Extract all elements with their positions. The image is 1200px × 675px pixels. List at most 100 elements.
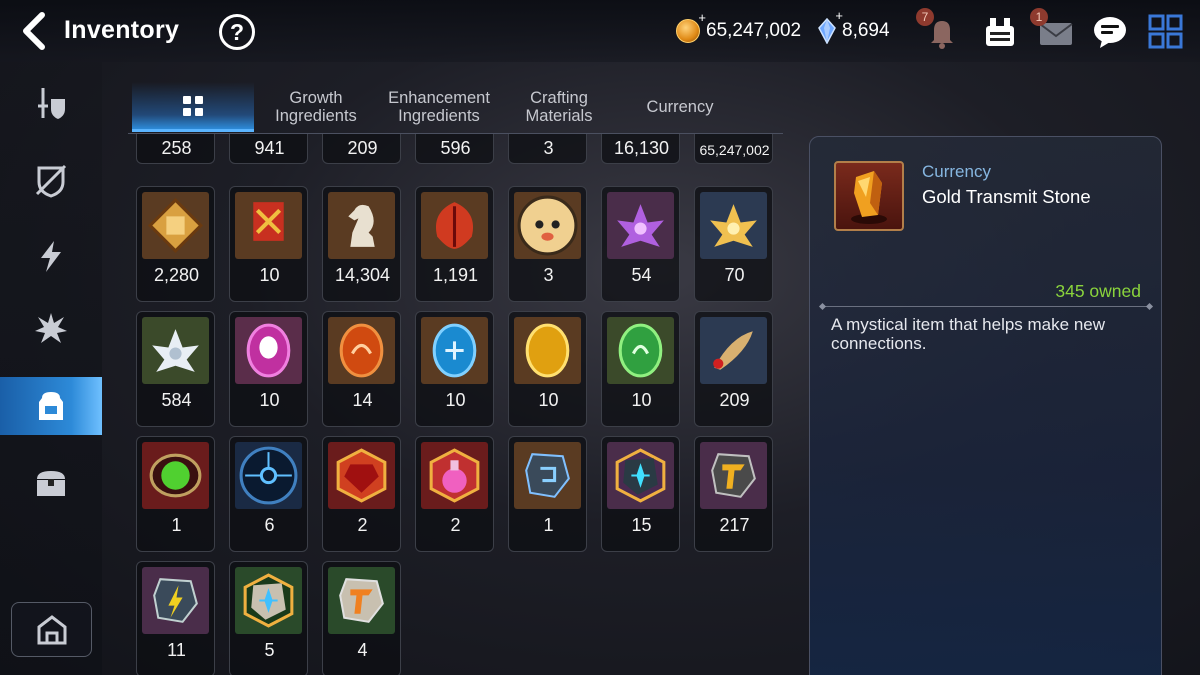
blue-stone-icon: [514, 442, 581, 509]
help-icon[interactable]: ?: [219, 14, 255, 50]
item-quantity: 14: [352, 390, 373, 410]
item-slot[interactable]: 5: [229, 561, 308, 675]
item-slot[interactable]: 1,191: [415, 186, 494, 302]
sidebar-item-catalysts[interactable]: [0, 227, 102, 285]
item-quantity: 584: [161, 390, 192, 410]
tab-currency[interactable]: Currency: [618, 82, 742, 132]
item-quantity: 3: [543, 138, 554, 158]
item-quantity: 5: [264, 640, 275, 660]
item-slot[interactable]: 217: [694, 436, 773, 552]
item-quantity: 258: [161, 138, 192, 158]
sidebar-item-skills[interactable]: [0, 300, 102, 358]
tab-crafting-materials[interactable]: Crafting Materials: [504, 82, 614, 132]
lightning-icon: [41, 241, 61, 272]
camp-button[interactable]: [11, 602, 92, 657]
crystal-amount: 8,694: [842, 20, 890, 41]
shield-crossed-icon: [35, 164, 67, 198]
notification-badge: 7: [916, 8, 934, 26]
green-orb-icon: [142, 442, 209, 509]
item-quantity: 596: [440, 138, 471, 158]
red-gem-icon: [328, 442, 395, 509]
item-owned-count: 345 owned: [1055, 281, 1141, 301]
gold-amount: 65,247,002: [706, 20, 802, 41]
item-name: Gold Transmit Stone: [922, 186, 1091, 207]
yellow-transmit-stone-icon: [142, 567, 209, 634]
green-rune-icon: [607, 317, 674, 384]
item-slot[interactable]: 70: [694, 186, 773, 302]
bell-icon[interactable]: 7: [916, 8, 962, 52]
gold-transmit-stone-icon: [834, 161, 904, 231]
crystal-counter[interactable]: 8,694: [818, 8, 890, 46]
item-slot[interactable]: 209: [322, 134, 401, 164]
item-slot[interactable]: 209: [694, 311, 773, 427]
sidebar-item-chest[interactable]: [0, 454, 102, 512]
item-slot[interactable]: 584: [136, 311, 215, 427]
item-slot[interactable]: 3: [508, 186, 587, 302]
item-slot[interactable]: 10: [508, 311, 587, 427]
item-slot[interactable]: 15: [601, 436, 680, 552]
sidebar-item-equipment[interactable]: [0, 74, 102, 132]
item-quantity: 11: [167, 640, 186, 660]
camp-icon: [37, 614, 66, 644]
sidebar-item-materials[interactable]: [0, 377, 102, 435]
item-quantity: 2: [357, 515, 368, 535]
item-slot[interactable]: 2: [322, 436, 401, 552]
red-leaf-icon: [421, 192, 488, 259]
item-quantity: 14,304: [334, 265, 391, 285]
item-slot[interactable]: 11: [136, 561, 215, 675]
item-quantity: 209: [347, 138, 378, 158]
gold-transmit-stone-icon: [700, 442, 767, 509]
category-tabs: Growth Ingredients Enhancement Ingredien…: [128, 82, 783, 134]
item-slot[interactable]: 4: [322, 561, 401, 675]
menu-grid-icon[interactable]: [1146, 12, 1186, 52]
orange-rune-icon: [328, 317, 395, 384]
white-lotus-icon: [142, 317, 209, 384]
sidebar-item-artifacts[interactable]: [0, 151, 102, 209]
item-quantity: 10: [259, 390, 280, 410]
item-slot[interactable]: 14: [322, 311, 401, 427]
item-slot[interactable]: 6: [229, 436, 308, 552]
item-slot[interactable]: 16,130: [601, 134, 680, 164]
item-quantity: 54: [631, 265, 652, 285]
item-slot[interactable]: 1: [508, 436, 587, 552]
orange-transmit-stone-icon: [328, 567, 395, 634]
item-quantity: 10: [445, 390, 466, 410]
mail-icon[interactable]: 1: [1030, 8, 1076, 52]
back-arrow-icon[interactable]: [18, 12, 52, 50]
item-description: A mystical item that helps make new conn…: [831, 315, 1106, 353]
grid-icon: [183, 95, 203, 116]
item-slot[interactable]: 941: [229, 134, 308, 164]
item-slot[interactable]: 2: [415, 436, 494, 552]
item-slot[interactable]: 65,247,002: [694, 134, 773, 164]
page-title: Inventory: [64, 16, 180, 44]
item-slot[interactable]: 3: [508, 134, 587, 164]
pink-rune-icon: [235, 317, 302, 384]
item-slot[interactable]: 258: [136, 134, 215, 164]
yellow-rune-icon: [514, 317, 581, 384]
tab-enhancement-ingredients[interactable]: Enhancement Ingredients: [378, 82, 500, 132]
item-slot[interactable]: 54: [601, 186, 680, 302]
item-slot[interactable]: 1: [136, 436, 215, 552]
item-slot[interactable]: 14,304: [322, 186, 401, 302]
blue-rune-icon: [421, 317, 488, 384]
item-quantity: 4: [357, 640, 368, 660]
item-slot[interactable]: 10: [415, 311, 494, 427]
item-slot[interactable]: 10: [601, 311, 680, 427]
item-quantity: 10: [538, 390, 559, 410]
item-quantity: 941: [254, 138, 285, 158]
item-quantity: 2: [450, 515, 461, 535]
item-slot[interactable]: 10: [229, 186, 308, 302]
item-grid: 258 941 209 596 3 16,130 65,247,002 2,280 10 14,3…: [136, 134, 776, 675]
war-banner-icon: [235, 192, 302, 259]
sidebar: [0, 62, 102, 675]
gold-counter[interactable]: 65,247,002: [676, 10, 802, 46]
gold-coin-icon: [676, 10, 706, 43]
item-slot[interactable]: 10: [229, 311, 308, 427]
item-slot[interactable]: 596: [415, 134, 494, 164]
tab-growth-ingredients[interactable]: Growth Ingredients: [258, 82, 374, 132]
chat-icon[interactable]: [1090, 12, 1130, 52]
tab-all[interactable]: [132, 82, 254, 132]
item-quantity: 1: [171, 515, 182, 535]
storage-icon[interactable]: [980, 12, 1020, 52]
item-slot[interactable]: 2,280: [136, 186, 215, 302]
